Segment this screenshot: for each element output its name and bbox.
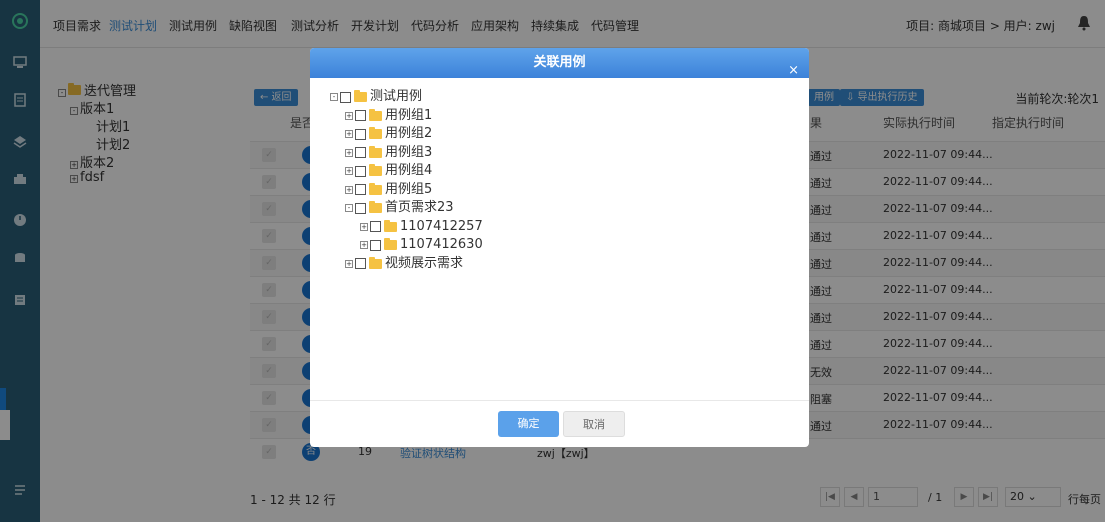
tree-checkbox[interactable] [370,221,381,232]
tree-node[interactable]: + 用例组3 [345,144,432,162]
tree-node-label: 用例组1 [385,107,433,123]
tree-node[interactable]: - 测试用例 [330,88,422,106]
dialog-header: 关联用例 × [310,48,809,78]
tree-node[interactable]: +1107412257 [360,218,483,236]
tree-node[interactable]: +1107412630 [360,236,483,254]
expand-toggle-icon[interactable]: - [330,93,338,101]
dialog-body: - 测试用例 + 用例组1 + 用例组2 + 用例组3 + 用例组4 + 用例组5 - 首页需求23 +11… [310,78,809,401]
tree-node-label: 测试用例 [370,89,423,104]
folder-icon [369,256,382,269]
tree-checkbox[interactable] [340,91,351,103]
folder-icon [369,127,382,139]
tree-node-label: 用例组5 [385,181,433,197]
tree-checkbox[interactable] [355,110,366,121]
tree-checkbox[interactable] [355,128,366,140]
tree-checkbox[interactable] [355,165,366,177]
tree-node[interactable]: + 视频展示需求 [345,255,463,273]
folder-icon [384,219,397,232]
cancel-button[interactable]: 取消 [563,411,625,437]
expand-toggle-icon[interactable]: + [345,185,353,194]
tree-node-label: 用例组4 [385,163,433,178]
tree-node-label: 首页需求23 [385,200,454,215]
link-test-case-dialog: 关联用例 × - 测试用例 + 用例组1 + 用例组2 + 用例组3 + 用例组4 + 用例组5 - 首页… [310,48,809,447]
tree-checkbox[interactable] [355,147,366,158]
expand-toggle-icon[interactable]: + [345,259,353,268]
dialog-title: 关联用例 [533,55,586,70]
tree-node[interactable]: + 用例组5 [345,181,432,199]
folder-icon [369,201,382,213]
tree-node-label: 1107412257 [400,218,483,234]
folder-icon [369,182,382,195]
tree-node-label: 用例组3 [385,144,433,160]
tree-node-label: 视频展示需求 [385,255,464,271]
confirm-button[interactable]: 确定 [498,411,559,437]
tree-checkbox[interactable] [355,184,366,195]
tree-node[interactable]: + 用例组2 [345,125,432,143]
tree-node[interactable]: + 用例组1 [345,107,432,125]
expand-toggle-icon[interactable]: + [345,130,353,138]
expand-toggle-icon[interactable]: + [360,241,368,249]
folder-icon [369,164,382,176]
expand-toggle-icon[interactable]: - [345,204,353,212]
expand-toggle-icon[interactable]: + [345,148,353,157]
tree-checkbox[interactable] [355,258,366,269]
folder-icon [354,90,367,102]
folder-icon [369,145,382,158]
tree-node-label: 1107412630 [400,237,483,252]
tree-checkbox[interactable] [370,239,381,251]
expand-toggle-icon[interactable]: + [345,111,353,120]
expand-toggle-icon[interactable]: + [360,222,368,231]
tree-node-label: 用例组2 [385,126,433,141]
tree-node[interactable]: + 用例组4 [345,162,432,180]
folder-icon [369,108,382,121]
folder-icon [384,238,397,250]
tree-node[interactable]: - 首页需求23 [345,199,454,217]
expand-toggle-icon[interactable]: + [345,167,353,175]
tree-checkbox[interactable] [355,202,366,214]
